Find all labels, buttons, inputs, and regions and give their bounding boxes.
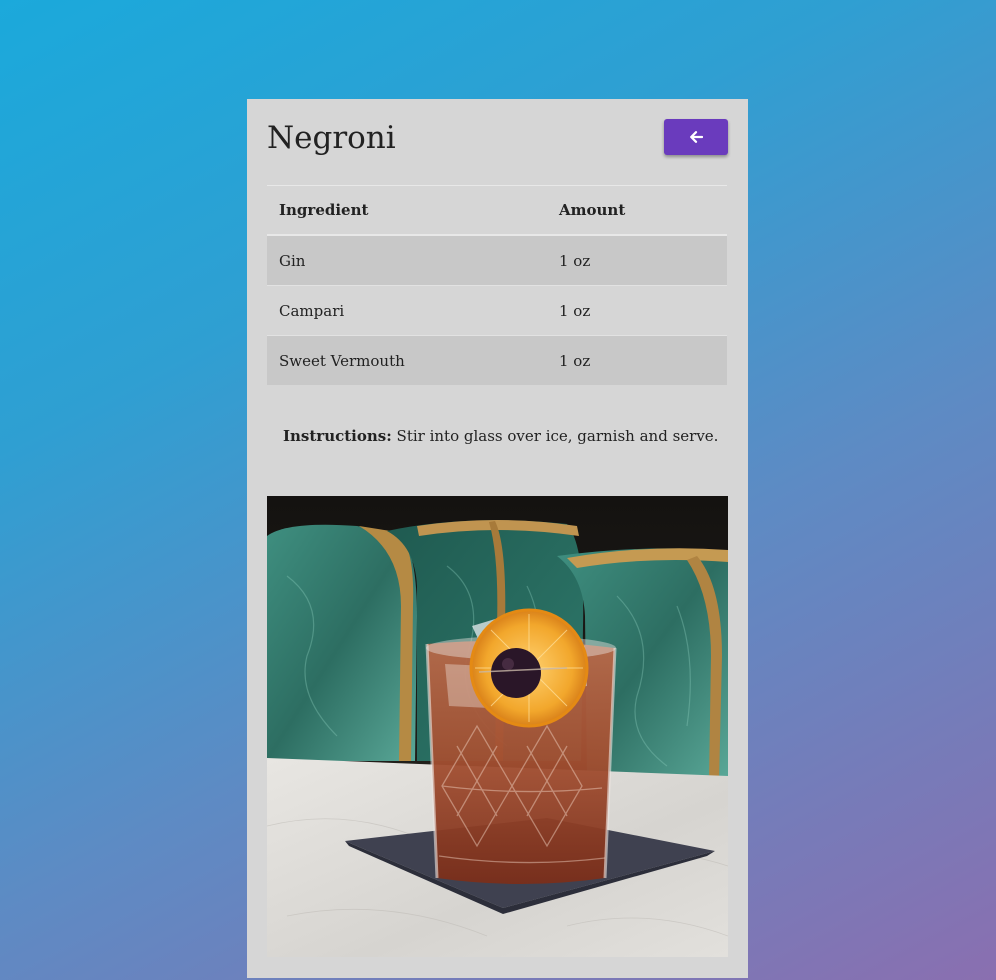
cocktail-photo xyxy=(267,496,728,957)
amount-cell: 1 oz xyxy=(559,251,591,270)
instructions-label: Instructions: xyxy=(283,427,392,445)
header-ingredient: Ingredient xyxy=(279,201,369,219)
table-row: Gin 1 oz xyxy=(267,235,727,286)
ingredients-table: Ingredient Amount Gin 1 oz Campari 1 oz … xyxy=(267,185,727,385)
instructions-text: Stir into glass over ice, garnish and se… xyxy=(396,427,719,445)
ingredient-cell: Sweet Vermouth xyxy=(279,351,405,370)
ingredient-cell: Gin xyxy=(279,251,306,270)
table-row: Sweet Vermouth 1 oz xyxy=(267,335,727,385)
recipe-card: Negroni Ingredient Amount Gin 1 oz Campa… xyxy=(247,99,748,978)
arrow-left-icon xyxy=(689,130,703,144)
ingredient-cell: Campari xyxy=(279,301,345,320)
table-row: Campari 1 oz xyxy=(267,286,727,336)
instructions: Instructions: Stir into glass over ice, … xyxy=(283,427,718,445)
table-header-row: Ingredient Amount xyxy=(267,185,727,235)
amount-cell: 1 oz xyxy=(559,351,591,370)
header-amount: Amount xyxy=(559,201,626,219)
back-button[interactable] xyxy=(664,119,728,155)
recipe-title: Negroni xyxy=(267,120,396,156)
amount-cell: 1 oz xyxy=(559,301,591,320)
